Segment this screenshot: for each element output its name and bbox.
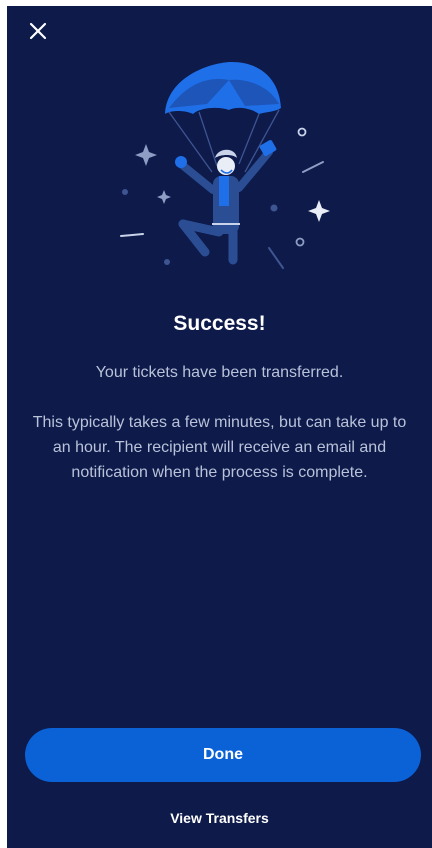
- success-title: Success!: [173, 312, 266, 335]
- close-button[interactable]: [25, 18, 51, 44]
- done-button[interactable]: Done: [25, 728, 421, 782]
- transfer-confirmation-text: Your tickets have been transferred.: [95, 364, 344, 381]
- view-transfers-link[interactable]: View Transfers: [7, 810, 432, 826]
- transfer-info-text: This typically takes a few minutes, but …: [32, 414, 407, 481]
- close-icon: [29, 22, 47, 40]
- parachute-person-illustration: [120, 62, 330, 269]
- success-screen: Success! Your tickets have been transfer…: [7, 6, 432, 848]
